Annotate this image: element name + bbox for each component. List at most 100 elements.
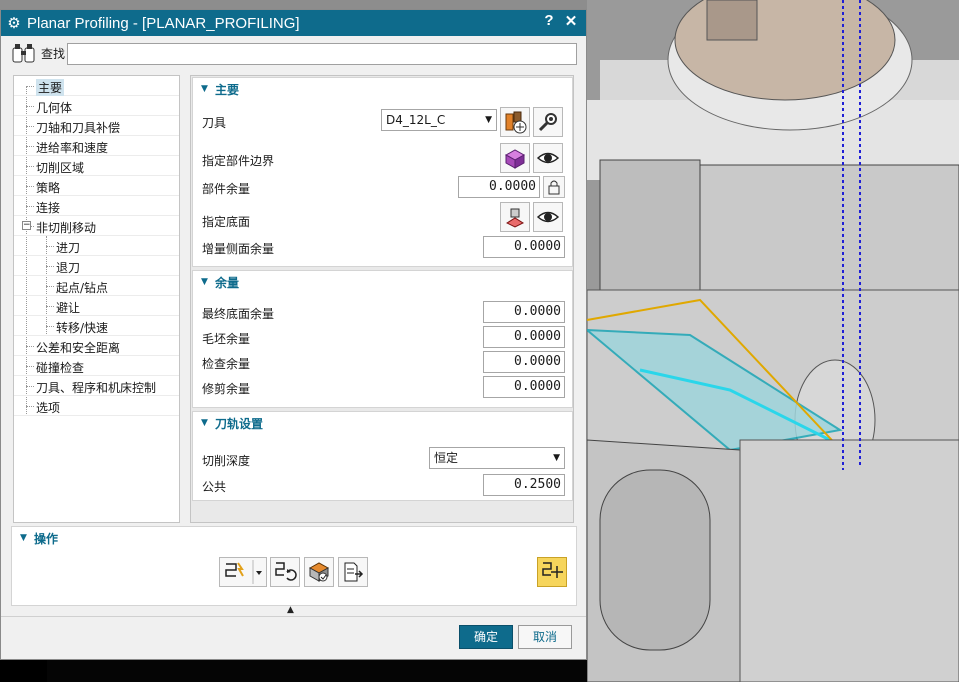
nav-item[interactable]: 主要 [14, 76, 179, 96]
operations-section-header[interactable]: ▼ 操作 [12, 527, 58, 549]
nav-item[interactable]: 公差和安全距离 [14, 336, 179, 356]
nav-item[interactable]: 选项 [14, 396, 179, 416]
tree-connector [26, 406, 34, 407]
nav-item-label: 碰撞检查 [36, 361, 85, 375]
new-tool-button[interactable] [500, 107, 530, 137]
nav-item[interactable]: 切削区域 [14, 156, 179, 176]
nav-item[interactable]: 起点/钻点 [14, 276, 179, 296]
main-section: ▼ 主要 刀具 D4_12L_C ▼ 指定部件边界 部件余量 0.0000 指定… [192, 77, 573, 267]
ok-button[interactable]: 确定 [459, 625, 513, 649]
final-floor-stock-label: 最终底面余量 [202, 307, 275, 321]
main-section-title: 主要 [215, 82, 240, 97]
nav-item-label: 非切削移动 [36, 221, 97, 235]
edit-tool-button[interactable] [533, 107, 563, 137]
cut-depth-select[interactable]: 恒定 ▼ [429, 447, 565, 469]
planar-profiling-dialog: ⚙ Planar Profiling - [PLANAR_PROFILING] … [0, 9, 587, 660]
replay-button[interactable] [270, 557, 300, 587]
side-stock-label: 增量侧面余量 [202, 242, 275, 256]
dialog-title: Planar Profiling - [PLANAR_PROFILING] [27, 14, 300, 32]
collapse-caret-icon: ▼ [20, 533, 27, 543]
nav-item[interactable]: 进给率和速度 [14, 136, 179, 156]
collapse-caret-icon: ▼ [201, 277, 208, 287]
check-stock-field[interactable]: 0.0000 [483, 351, 565, 373]
nav-item-label: 主要 [36, 79, 65, 96]
nav-item[interactable]: 退刀 [14, 256, 179, 276]
tool-select-value: D4_12L_C [386, 113, 446, 127]
main-section-header[interactable]: ▼ 主要 [193, 78, 239, 100]
toolpath-section: ▼ 刀轨设置 切削深度 恒定 ▼ 公共 0.2500 [192, 411, 573, 501]
nav-item[interactable]: 连接 [14, 196, 179, 216]
nav-item[interactable]: 转移/快速 [14, 316, 179, 336]
nav-item-label: 策略 [36, 181, 61, 195]
nav-item-label: 进刀 [56, 241, 81, 255]
tree-connector [46, 286, 54, 287]
tree-connector [26, 346, 34, 347]
tool-select[interactable]: D4_12L_C ▼ [381, 109, 497, 131]
cut-depth-label: 切削深度 [202, 454, 251, 468]
verify-button[interactable] [304, 557, 334, 587]
blank-stock-label: 毛坯余量 [202, 332, 251, 346]
lock-button[interactable] [543, 176, 565, 198]
nav-item-label: 刀轴和刀具补偿 [36, 121, 121, 135]
part-stock-field[interactable]: 0.0000 [458, 176, 540, 198]
nav-item-label: 转移/快速 [56, 321, 109, 335]
verify-icon [308, 562, 330, 582]
dialog-titlebar[interactable]: ⚙ Planar Profiling - [PLANAR_PROFILING] … [1, 10, 586, 36]
show-part-boundary-button[interactable] [533, 143, 563, 173]
final-floor-stock-field[interactable]: 0.0000 [483, 301, 565, 323]
common-depth-field[interactable]: 0.2500 [483, 474, 565, 496]
eye-icon [536, 152, 560, 164]
expand-dialog-arrow-icon[interactable]: ▲ [287, 605, 294, 615]
list-button[interactable] [338, 557, 368, 587]
find-input[interactable] [67, 43, 577, 65]
nav-item-label: 连接 [36, 201, 61, 215]
nav-item[interactable]: 碰撞检查 [14, 356, 179, 376]
tool-path-display-icon [542, 562, 563, 578]
tree-connector [26, 206, 34, 207]
blank-stock-field[interactable]: 0.0000 [483, 326, 565, 348]
close-button[interactable]: ✕ [561, 12, 581, 34]
nav-item[interactable]: 刀轴和刀具补偿 [14, 116, 179, 136]
generate-button[interactable] [219, 557, 267, 587]
eye-icon [536, 211, 560, 223]
nav-item[interactable]: 几何体 [14, 96, 179, 116]
part-boundary-label: 指定部件边界 [202, 154, 275, 168]
tree-connector [26, 106, 34, 107]
generate-toolpath-icon [225, 560, 262, 584]
display-tool-path-button[interactable] [537, 557, 567, 587]
nav-item-label: 公差和安全距离 [36, 341, 121, 355]
select-floor-button[interactable] [500, 202, 530, 232]
nav-item-label: 刀具、程序和机床控制 [36, 381, 157, 395]
nav-item[interactable]: 策略 [14, 176, 179, 196]
floor-icon [505, 208, 525, 228]
dialog-content-panel: ▼ 主要 刀具 D4_12L_C ▼ 指定部件边界 部件余量 0.0000 指定… [190, 75, 574, 523]
tree-connector [46, 266, 54, 267]
toolpath-section-header[interactable]: ▼ 刀轨设置 [193, 412, 263, 434]
show-floor-button[interactable] [533, 202, 563, 232]
toolpath-section-title: 刀轨设置 [215, 416, 264, 431]
collapse-toggle-icon[interactable]: − [22, 221, 31, 230]
select-part-boundary-button[interactable] [500, 143, 530, 173]
nav-item-label: 起点/钻点 [56, 281, 109, 295]
stock-section-header[interactable]: ▼ 余量 [193, 271, 239, 293]
nav-item[interactable]: 进刀 [14, 236, 179, 256]
nav-item[interactable]: − 非切削移动 [14, 216, 179, 236]
nav-item-label: 避让 [56, 301, 81, 315]
replay-icon [275, 562, 297, 581]
cut-depth-value: 恒定 [434, 451, 459, 465]
list-output-icon [344, 562, 364, 582]
lock-icon [548, 180, 560, 195]
operations-section-title: 操作 [34, 531, 59, 546]
tool-label: 刀具 [202, 116, 227, 130]
cancel-button[interactable]: 取消 [518, 625, 572, 649]
binoculars-icon [12, 44, 35, 63]
nav-item[interactable]: 避让 [14, 296, 179, 316]
chevron-down-icon: ▼ [553, 453, 560, 463]
help-button[interactable]: ? [539, 12, 559, 34]
trim-stock-field[interactable]: 0.0000 [483, 376, 565, 398]
tree-connector [46, 306, 54, 307]
nav-item[interactable]: 刀具、程序和机床控制 [14, 376, 179, 396]
side-stock-field[interactable]: 0.0000 [483, 236, 565, 258]
part-stock-label: 部件余量 [202, 182, 251, 196]
nav-item-label: 几何体 [36, 101, 73, 115]
